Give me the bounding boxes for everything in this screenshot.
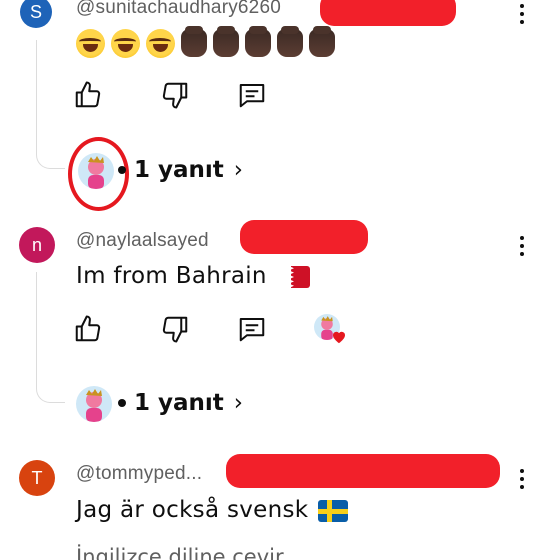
view-replies-link[interactable]: 1 yanıt › [118,390,243,416]
comment-text: Im from Bahrain [76,263,311,289]
thumbs-up-icon [75,81,101,108]
face-with-tears-of-joy-icon [76,29,105,58]
like-button[interactable] [73,80,103,110]
comment-emoji-text [76,26,335,58]
thread-line [36,272,65,403]
more-vert-icon[interactable] [512,2,532,26]
chevron-right-icon: › [233,390,243,416]
comment-icon [239,318,265,342]
dislike-button[interactable] [160,80,190,110]
comments-list: S @sunitachaudhary6260 1 yanıt › n @nayl… [0,0,560,560]
redaction-mark [240,220,368,254]
redaction-mark [320,0,456,26]
face-with-tears-of-joy-icon [111,29,140,58]
comment-author-handle[interactable]: @naylaalsayed [76,230,209,252]
comment-text: Jag är också svensk [76,497,349,523]
chevron-right-icon: › [233,157,243,183]
more-vert-icon[interactable] [512,467,532,491]
avatar[interactable]: S [20,0,52,28]
comment-icon [239,84,265,108]
reply-button[interactable] [237,80,267,110]
heart-icon [333,331,345,344]
avatar[interactable]: n [19,227,55,263]
comment-author-handle[interactable]: @sunitachaudhary6260 [76,0,281,19]
raised-fist-dark-icon [213,26,239,57]
face-with-tears-of-joy-icon [146,29,175,58]
reply-button[interactable] [237,314,267,344]
raised-fist-dark-icon [245,26,271,57]
thumbs-up-icon [75,315,101,342]
thumbs-down-icon [162,82,188,109]
more-vert-icon[interactable] [512,234,532,258]
thread-line [36,40,65,169]
raised-fist-dark-icon [181,26,207,57]
comment-author-handle[interactable]: @tommyped... [76,463,202,485]
avatar[interactable]: T [19,460,55,496]
thumbs-down-icon [162,316,188,343]
dislike-button[interactable] [160,314,190,344]
translate-link[interactable]: İngilizce diline çevir [76,545,284,560]
sweden-flag-icon [318,499,349,522]
raised-fist-dark-icon [277,26,303,57]
like-button[interactable] [73,314,103,344]
redaction-mark [226,454,500,488]
raised-fist-dark-icon [309,26,335,57]
reply-avatar[interactable] [76,386,112,422]
creator-heart-badge [314,314,348,346]
bahrain-flag-icon [282,265,311,288]
view-replies-link[interactable]: 1 yanıt › [118,157,243,183]
